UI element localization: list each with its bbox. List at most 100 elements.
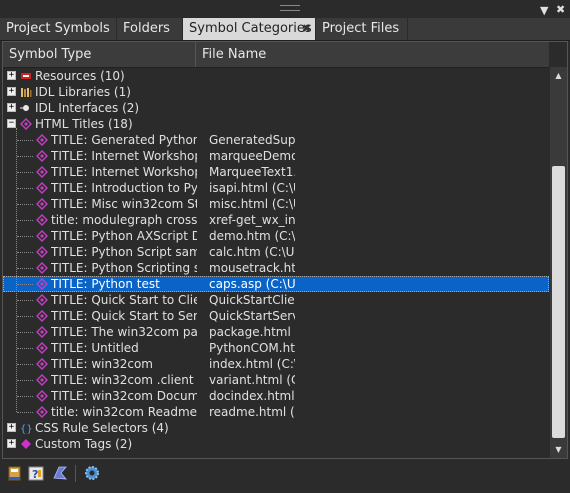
collapse-icon[interactable]: −	[7, 119, 16, 128]
help-icon[interactable]: ?	[27, 464, 45, 482]
html-title-row[interactable]: TITLE: win32com .client .VARIANT variant.…	[3, 372, 549, 388]
tree-connector	[17, 188, 33, 189]
tab-label: Project Symbols	[6, 21, 110, 36]
tree-connector	[17, 156, 33, 157]
html-title-icon	[36, 166, 48, 178]
symbol-name: title: win32com Readme	[51, 405, 197, 419]
tab-symbol-categories[interactable]: Symbol Categories ✖	[183, 18, 316, 40]
gear-icon[interactable]	[83, 464, 101, 482]
html-title-icon	[36, 278, 48, 290]
html-title-row[interactable]: TITLE: Python test caps.asp (C:\Use	[3, 276, 549, 292]
column-symbol-type[interactable]: Symbol Type	[3, 42, 196, 67]
komodo-icon[interactable]	[51, 464, 69, 482]
expand-icon[interactable]: +	[7, 423, 16, 432]
scroll-up-icon[interactable]: ▲	[550, 67, 567, 84]
html-title-icon	[20, 118, 32, 130]
tree-group-row[interactable]: + Custom Tags (2)	[3, 436, 549, 452]
tab-project-files[interactable]: Project Files	[316, 18, 408, 40]
expand-icon[interactable]: +	[7, 87, 16, 96]
scroll-down-icon[interactable]: ▼	[550, 441, 567, 458]
html-title-row[interactable]: TITLE: win32com index.html (C:\	[3, 356, 549, 372]
resources-icon	[20, 70, 32, 82]
css-selector-icon: {}	[20, 422, 33, 435]
expand-icon[interactable]: +	[7, 439, 16, 448]
tab-project-symbols[interactable]: Project Symbols	[0, 18, 117, 40]
column-file-name[interactable]: File Name	[196, 42, 549, 67]
file-name: caps.asp (C:\Use	[209, 277, 295, 291]
tab-label: Folders	[123, 21, 170, 36]
html-title-icon	[36, 150, 48, 162]
tree-connector	[17, 204, 33, 205]
html-title-row[interactable]: TITLE: Internet Workshop MarqueeText1.htm	[3, 164, 549, 180]
tree-guide-line	[16, 128, 17, 412]
group-label: Custom Tags (2)	[35, 437, 133, 451]
file-name: QuickStartClient	[209, 293, 295, 307]
html-title-row[interactable]: TITLE: win32com Documentation docindex.ht…	[3, 388, 549, 404]
html-title-row[interactable]: title: win32com Readme readme.html (C:\	[3, 404, 549, 420]
file-name: package.html (C:	[209, 325, 295, 339]
html-title-row[interactable]: TITLE: Python Script sample calc.htm (C:\…	[3, 244, 549, 260]
tab-close-icon[interactable]: ✖	[302, 18, 311, 40]
tree-rows: + Resources (10) + IDL Libraries (1) + IDL In…	[3, 67, 549, 460]
tree-connector	[17, 284, 33, 285]
vertical-scrollbar[interactable]: ▲ ▼	[550, 67, 567, 458]
group-label: HTML Titles (18)	[35, 117, 133, 131]
tree-group-row[interactable]: + {} CSS Rule Selectors (4)	[3, 420, 549, 436]
html-title-icon	[36, 342, 48, 354]
file-name: GeneratedSupport.html	[209, 133, 295, 147]
pane-menu-icon[interactable]: ▼	[540, 4, 548, 17]
tree-group-row[interactable]: + IDL Libraries (1)	[3, 84, 549, 100]
tree-connector	[17, 140, 33, 141]
html-title-row[interactable]: TITLE: Untitled PythonCOM.htm	[3, 340, 549, 356]
html-title-row[interactable]: TITLE: Generated Python COM Support Gener…	[3, 132, 549, 148]
tree-group-row[interactable]: − HTML Titles (18)	[3, 116, 549, 132]
symbol-name: title: modulegraph cross reference	[51, 213, 197, 227]
html-title-row[interactable]: TITLE: Python Scripting sample mousetrack…	[3, 260, 549, 276]
html-title-icon	[36, 390, 48, 402]
tree-connector	[17, 396, 33, 397]
symbol-name: TITLE: Untitled	[51, 341, 139, 355]
html-title-row[interactable]: TITLE: Internet Workshop marqueeDemo.htm	[3, 148, 549, 164]
symbol-name: TITLE: Python Scripting sample	[51, 261, 197, 275]
toolbar-separator	[75, 465, 76, 482]
html-title-row[interactable]: TITLE: Python AXScript Demo demo.htm (C:\…	[3, 228, 549, 244]
file-name: readme.html (C:\	[209, 405, 295, 419]
html-title-row[interactable]: TITLE: Quick Start to Server side COM Qui…	[3, 308, 549, 324]
expand-icon[interactable]: +	[7, 71, 16, 80]
symbol-name: TITLE: Internet Workshop	[51, 165, 197, 179]
html-title-row[interactable]: TITLE: Misc win32com Stuff misc.html (C:\…	[3, 196, 549, 212]
symbol-name: TITLE: win32com .client .VARIANT	[51, 373, 197, 387]
file-name: variant.html (C:\	[209, 373, 295, 387]
tree-group-row[interactable]: + IDL Interfaces (2)	[3, 100, 549, 116]
symbol-name: TITLE: The win32com package	[51, 325, 197, 339]
file-name: QuickStartServer	[209, 309, 295, 323]
html-title-row[interactable]: TITLE: The win32com package package.html …	[3, 324, 549, 340]
custom-tag-icon	[20, 438, 32, 450]
file-name: marqueeDemo.htm	[209, 149, 295, 163]
html-title-icon	[36, 198, 48, 210]
book-icon[interactable]	[6, 464, 24, 482]
drag-grip[interactable]	[280, 5, 300, 11]
tab-label: Symbol Categories	[189, 21, 312, 36]
file-name: demo.htm (C:\U	[209, 229, 295, 243]
html-title-icon	[36, 326, 48, 338]
scrollbar-thumb[interactable]	[552, 166, 565, 438]
idl-interface-icon	[20, 102, 32, 114]
tree-connector	[17, 332, 33, 333]
expand-icon[interactable]: +	[7, 103, 16, 112]
html-title-row[interactable]: title: modulegraph cross reference xref-g…	[3, 212, 549, 228]
html-title-row[interactable]: TITLE: Introduction to Python ISAPI isapi…	[3, 180, 549, 196]
bottom-toolbar: ?	[0, 460, 570, 493]
html-title-icon	[36, 374, 48, 386]
tree-connector	[17, 252, 33, 253]
file-name: PythonCOM.htm	[209, 341, 295, 355]
symbol-name: TITLE: Python Script sample	[51, 245, 197, 259]
html-title-row[interactable]: TITLE: Quick Start to Client side COM Qui…	[3, 292, 549, 308]
file-name: misc.html (C:\Us	[209, 197, 295, 211]
pane-close-icon[interactable]: ✖	[556, 3, 565, 16]
html-title-icon	[36, 358, 48, 370]
file-name: index.html (C:\	[209, 357, 295, 371]
tab-folders[interactable]: Folders	[117, 18, 183, 40]
file-name: xref-get_wx_info	[209, 213, 295, 227]
tree-group-row[interactable]: + Resources (10)	[3, 68, 549, 84]
